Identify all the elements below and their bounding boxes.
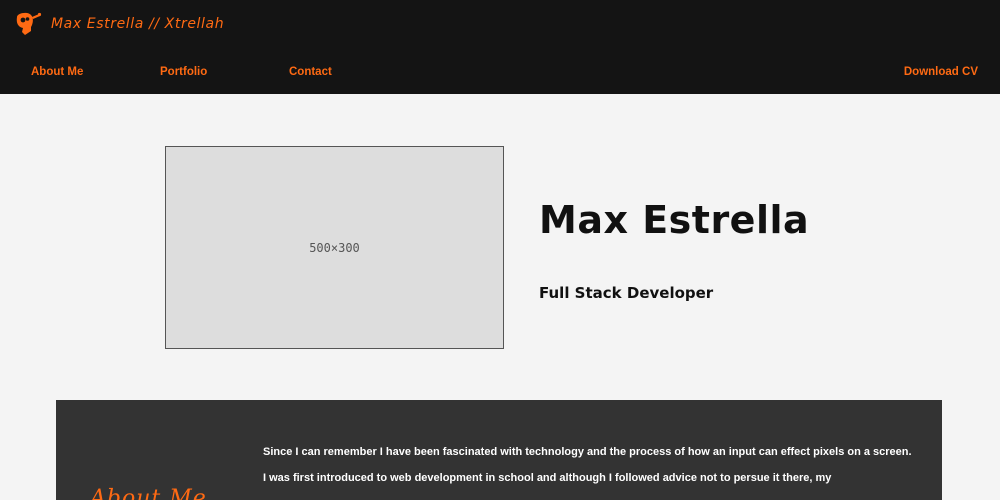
- hero-role: Full Stack Developer: [539, 284, 714, 302]
- about-text: Since I can remember I have been fascina…: [263, 445, 923, 497]
- brand-name: Max Estrella // Xtrellah: [51, 16, 225, 32]
- site-header: Max Estrella // Xtrellah About Me Portfo…: [0, 0, 1000, 94]
- brand[interactable]: Max Estrella // Xtrellah: [14, 10, 224, 38]
- download-cv-link[interactable]: Download CV: [904, 66, 978, 78]
- nav-portfolio-link[interactable]: Portfolio: [160, 66, 207, 78]
- main-nav: About Me Portfolio Contact Download CV: [0, 66, 1000, 82]
- image-placeholder-label: 500×300: [309, 240, 360, 255]
- about-paragraph: Since I can remember I have been fascina…: [263, 446, 912, 458]
- about-heading: About Me: [90, 486, 207, 500]
- about-section: About Me Since I can remember I have bee…: [56, 400, 942, 500]
- nav-about-link[interactable]: About Me: [31, 66, 83, 78]
- mascot-logo-icon: [14, 11, 42, 37]
- about-paragraph: I was first introduced to web developmen…: [263, 472, 832, 484]
- nav-contact-link[interactable]: Contact: [289, 66, 332, 78]
- hero-image-placeholder: 500×300: [165, 146, 504, 349]
- hero-name: Max Estrella: [539, 198, 810, 242]
